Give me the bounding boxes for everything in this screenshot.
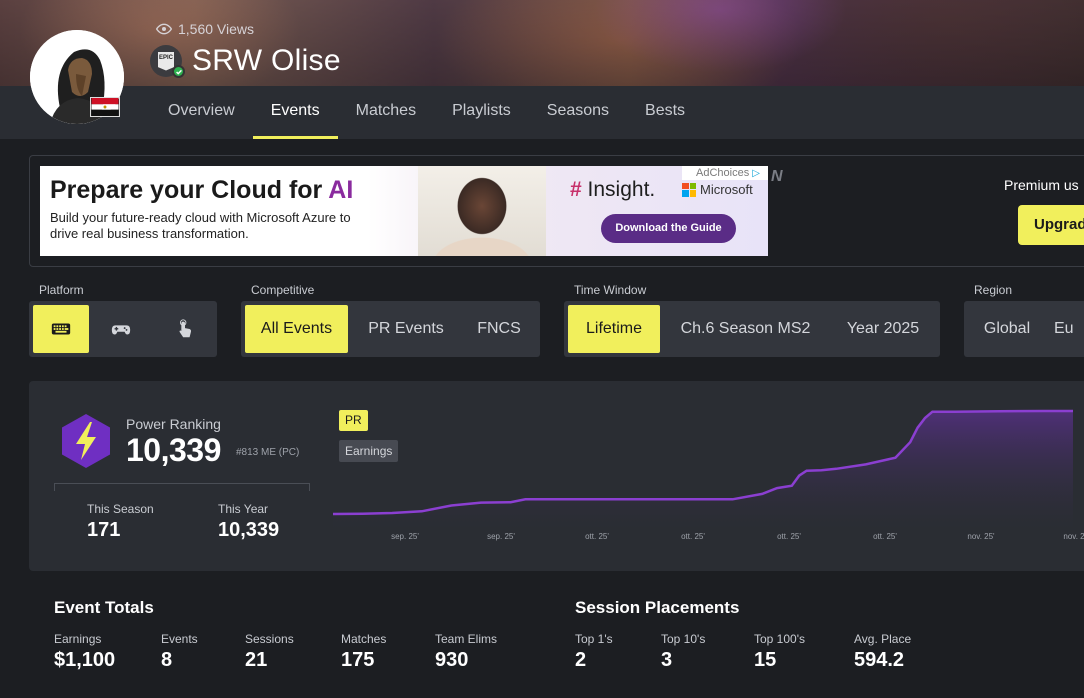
tab-overview[interactable]: Overview [150, 86, 253, 139]
ad-banner[interactable]: Prepare your Cloud for AI Build your fut… [40, 166, 768, 256]
power-ranking-rank: #813 ME (PC) [236, 447, 300, 458]
upgrade-button[interactable]: Upgrad [1018, 205, 1084, 245]
stat-avg-place-label: Avg. Place [854, 632, 912, 646]
stat-sessions-value: 21 [245, 649, 268, 671]
event-totals-title: Event Totals [54, 598, 154, 617]
platform-filter-label: Platform [39, 283, 84, 297]
power-ranking-value: 10,339 [126, 432, 221, 468]
ad-network-icon: N [771, 168, 783, 185]
stat-earnings-value: $1,100 [54, 649, 116, 671]
chart-tick-label: sep. 25' [487, 532, 515, 541]
views-text: 1,560 Views [178, 21, 255, 37]
platform-filter [29, 301, 217, 357]
tab-matches[interactable]: Matches [338, 86, 434, 139]
chart-tick-label: sep. 25' [391, 532, 419, 541]
filter-pr-events[interactable]: PR Events [352, 305, 460, 353]
chart-toggle-pr[interactable]: PR [339, 410, 368, 431]
this-year-value: 10,339 [218, 519, 280, 541]
profile-tabs: Overview Events Matches Playlists Season… [150, 86, 703, 139]
filter-eu[interactable]: Eu [1054, 305, 1084, 353]
tab-seasons[interactable]: Seasons [529, 86, 627, 139]
time-window-filter-label: Time Window [574, 283, 647, 297]
region-filter-label: Region [974, 283, 1013, 297]
insight-logo: # Insight. [570, 178, 656, 201]
power-ranking-chart: sep. 25' sep. 25' ott. 25' ott. 25' ott. 25'… [332, 409, 1084, 541]
controller-icon[interactable] [93, 305, 149, 353]
keyboard-icon[interactable] [33, 305, 89, 353]
tab-events[interactable]: Events [252, 86, 338, 139]
egypt-flag-icon [90, 97, 120, 117]
premium-text: Premium us [1004, 177, 1079, 193]
lightning-icon [62, 414, 110, 468]
adchoices-icon: ▷ [752, 168, 760, 179]
stat-sessions-label: Sessions [245, 632, 294, 646]
stat-matches-label: Matches [341, 632, 387, 646]
chart-tick-label: ott. 25' [777, 532, 801, 541]
competitive-filter-label: Competitive [251, 283, 315, 297]
session-placements-title: Session Placements [575, 598, 740, 617]
filter-lifetime[interactable]: Lifetime [568, 305, 660, 353]
microsoft-logo: Microsoft [682, 182, 753, 197]
filter-ch6-season-ms2[interactable]: Ch.6 Season MS2 [668, 305, 823, 353]
stat-earnings-label: Earnings [54, 632, 102, 646]
stat-events-value: 8 [161, 649, 173, 671]
chart-tick-label: ott. 25' [681, 532, 705, 541]
stat-top10-label: Top 10's [661, 632, 706, 646]
competitive-filter: All Events PR Events FNCS [241, 301, 540, 357]
this-year-label: This Year [218, 502, 269, 516]
chart-tick-label: ott. 25' [873, 532, 897, 541]
this-season-label: This Season [87, 502, 154, 516]
epic-games-icon: EPIC [150, 45, 185, 78]
chart-tick-label: ott. 25' [585, 532, 609, 541]
filter-fncs[interactable]: FNCS [462, 305, 536, 353]
stat-team-elims-label: Team Elims [435, 632, 498, 646]
ad-title: Prepare your Cloud for AI [50, 176, 354, 204]
chart-x-ticks: sep. 25' sep. 25' ott. 25' ott. 25' ott. 25'… [391, 532, 1084, 541]
tab-bests[interactable]: Bests [627, 86, 703, 139]
profile-tabs-bar: Overview Events Matches Playlists Season… [0, 86, 1084, 139]
stat-team-elims-value: 930 [435, 649, 469, 671]
pr-divider [54, 483, 310, 491]
region-filter: Global Eu [964, 301, 1084, 357]
eye-icon [156, 23, 172, 35]
chart-toggle-earnings[interactable]: Earnings [339, 440, 399, 462]
stat-top1-value: 2 [575, 649, 587, 671]
time-window-filter: Lifetime Ch.6 Season MS2 Year 2025 [564, 301, 940, 357]
profile-banner: 1,560 Views EPIC SRW Olise [0, 0, 1084, 86]
this-season-value: 171 [87, 519, 121, 541]
filter-year-2025[interactable]: Year 2025 [830, 305, 936, 353]
stat-avg-place-value: 594.2 [854, 649, 905, 671]
filter-global[interactable]: Global [968, 305, 1046, 353]
microsoft-icon [682, 182, 696, 197]
stat-top100-label: Top 100's [754, 632, 805, 646]
player-header: EPIC SRW Olise [150, 44, 341, 78]
chart-tick-label: nov. 25' [967, 532, 995, 541]
ad-photo [418, 166, 546, 256]
chart-tick-label: nov. 25' [1063, 532, 1084, 541]
power-ranking-label: Power Ranking [126, 416, 221, 432]
stat-top10-value: 3 [661, 649, 673, 671]
stat-events-label: Events [161, 632, 198, 646]
stat-top100-value: 15 [754, 649, 777, 671]
views-count: 1,560 Views [156, 21, 254, 37]
chart-area [333, 411, 1073, 530]
adchoices-link[interactable]: AdChoices ▷ [682, 166, 768, 180]
ad-subtitle: Build your future-ready cloud with Micro… [50, 210, 351, 241]
filter-all-events[interactable]: All Events [245, 305, 348, 353]
stat-top1-label: Top 1's [575, 632, 613, 646]
tab-playlists[interactable]: Playlists [434, 86, 529, 139]
touch-icon[interactable] [157, 305, 213, 353]
player-name: SRW Olise [192, 44, 341, 77]
ad-download-button[interactable]: Download the Guide [601, 214, 736, 243]
stat-matches-value: 175 [341, 649, 375, 671]
verified-check-icon [172, 65, 185, 78]
epic-logo-text: EPIC [158, 51, 174, 71]
